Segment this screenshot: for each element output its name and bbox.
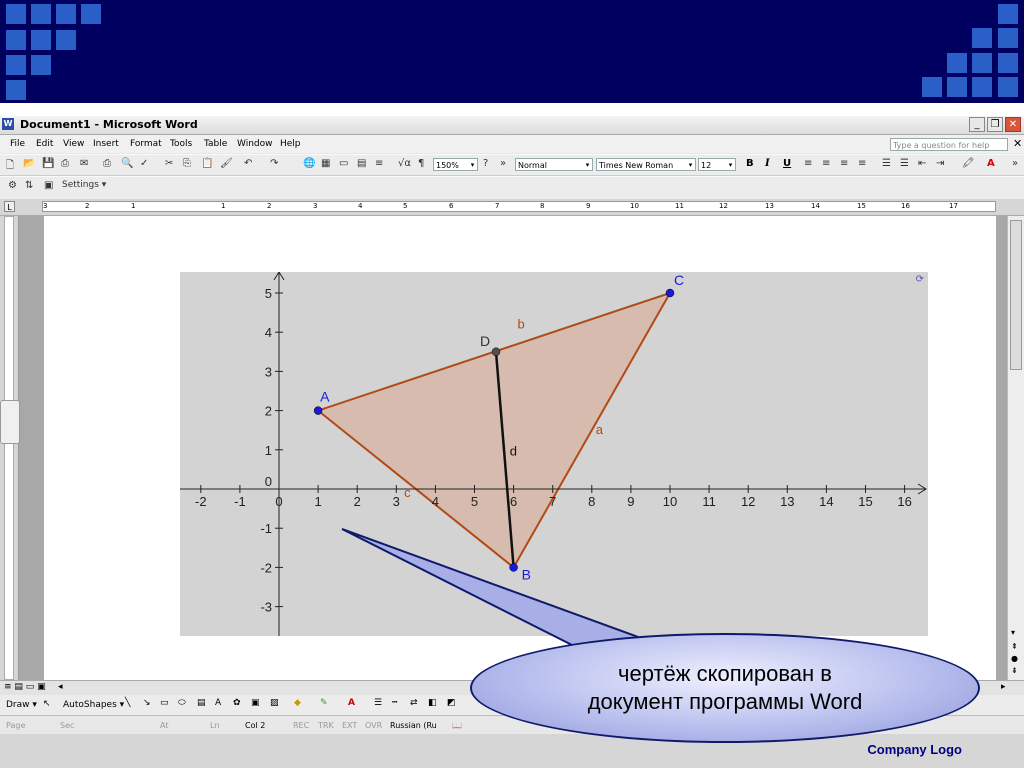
callout-line-1: чертёж скопирован в [618, 661, 832, 686]
callout-line-2: документ программы Word [587, 689, 863, 714]
callout-text: чертёж скопирован в документ программы W… [470, 660, 980, 716]
